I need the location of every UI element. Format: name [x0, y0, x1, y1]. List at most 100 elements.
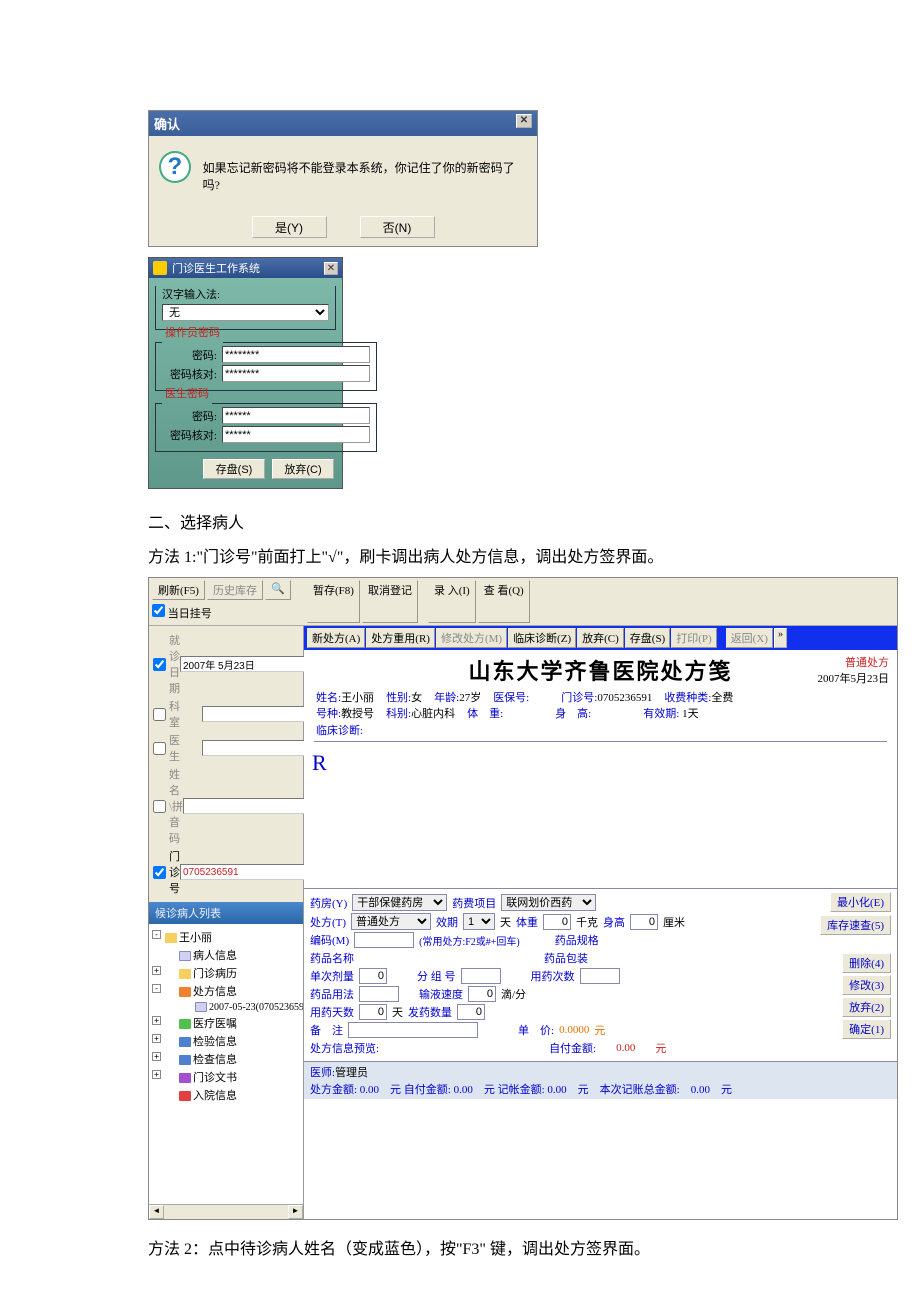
- note-input[interactable]: [348, 1022, 478, 1038]
- today-checkbox[interactable]: [152, 604, 165, 617]
- expand-icon[interactable]: +: [152, 1070, 161, 1079]
- confirm-dialog: 确认 ✕ ? 如果忘记新密码将不能登录本系统，你记住了你的新密码了吗? 是(Y)…: [148, 110, 538, 247]
- view-button[interactable]: 查 看(Q): [478, 580, 530, 623]
- folder-icon: [179, 969, 191, 979]
- discard-button[interactable]: 放弃(C): [577, 628, 624, 648]
- unit-label: 元: [594, 1022, 605, 1038]
- expand-icon[interactable]: +: [152, 1016, 161, 1025]
- doc-icon: [195, 1002, 207, 1012]
- code-input[interactable]: [354, 932, 414, 948]
- height-input[interactable]: [630, 914, 658, 930]
- doctor-checkbox[interactable]: [153, 742, 166, 755]
- stock-button[interactable]: 库存速查(5): [820, 915, 891, 935]
- pharmacy-select[interactable]: 干部保健药房: [352, 894, 447, 911]
- tree-item[interactable]: 门诊文书: [193, 1072, 237, 1084]
- rxtype-select[interactable]: 普通处方: [351, 913, 431, 930]
- close-icon[interactable]: ✕: [516, 114, 532, 128]
- print-button[interactable]: 打印(P): [671, 628, 716, 648]
- more-icon[interactable]: »: [774, 628, 787, 648]
- weight-label: 体 重:: [467, 708, 503, 720]
- save-button[interactable]: 存盘(S): [203, 459, 265, 479]
- usage-input[interactable]: [359, 986, 399, 1002]
- tree-item[interactable]: 处方信息: [193, 986, 237, 998]
- feeitem-select[interactable]: 联网划价西药: [501, 894, 596, 911]
- date-input[interactable]: [180, 656, 318, 672]
- new-rx-button[interactable]: 新处方(A): [307, 628, 365, 648]
- sex-label: 性别:: [386, 692, 411, 704]
- date-checkbox[interactable]: [153, 658, 166, 671]
- scroll-left-icon[interactable]: ◄: [149, 1205, 164, 1219]
- tree-item[interactable]: 入院信息: [193, 1090, 237, 1102]
- h-scrollbar[interactable]: ◄ ►: [149, 1204, 303, 1219]
- validdays-select[interactable]: 1: [463, 913, 495, 930]
- cancel-button[interactable]: 放弃(C): [272, 459, 334, 479]
- op-password-confirm-input[interactable]: [222, 365, 370, 382]
- save-tmp-button[interactable]: 暂存(F8): [307, 580, 360, 623]
- rxtype-label: 处方(T): [310, 914, 346, 930]
- refresh-button[interactable]: 刷新(F5): [152, 580, 205, 600]
- fee-label: 收费种类:: [664, 692, 711, 704]
- input-button[interactable]: 录 入(I): [428, 580, 476, 623]
- collapse-icon[interactable]: -: [152, 930, 161, 939]
- operator-group-label: 操作员密码: [162, 324, 223, 340]
- op-password-input[interactable]: [222, 346, 370, 363]
- delete-button[interactable]: 删除(4): [842, 953, 891, 973]
- group-label: 分 组 号: [417, 968, 456, 984]
- modify-button[interactable]: 修改(3): [842, 975, 891, 995]
- ok-button[interactable]: 确定(1): [842, 1019, 891, 1039]
- confirm-titlebar: 确认 ✕: [149, 111, 537, 136]
- name-input[interactable]: [183, 798, 321, 814]
- dose-input[interactable]: [359, 968, 387, 984]
- pack-label: 药品包装: [544, 950, 588, 966]
- cancel-reg-button[interactable]: 取消登记: [362, 580, 418, 623]
- tree-item[interactable]: 医疗医嘱: [193, 1018, 237, 1030]
- dx-button[interactable]: 临床诊断(Z): [508, 628, 576, 648]
- history-button[interactable]: 历史库存: [207, 580, 263, 600]
- doctor-label: 医师:: [310, 1067, 335, 1079]
- folder-icon: [179, 987, 191, 997]
- tree-item[interactable]: 2007-05-23(0705236591): [209, 1002, 303, 1013]
- tree-item[interactable]: 门诊病历: [193, 968, 237, 980]
- no-button[interactable]: 否(N): [360, 216, 435, 238]
- reuse-rx-button[interactable]: 处方重用(R): [366, 628, 435, 648]
- pw-label: 密码:: [162, 408, 217, 424]
- yes-button[interactable]: 是(Y): [252, 216, 327, 238]
- group-input[interactable]: [461, 968, 501, 984]
- minimize-button[interactable]: 最小化(E): [830, 892, 891, 912]
- tree-root[interactable]: 王小丽: [179, 932, 212, 944]
- modify-rx-button[interactable]: 修改处方(M): [436, 628, 507, 648]
- freq-input[interactable]: [580, 968, 620, 984]
- doc-password-input[interactable]: [222, 407, 370, 424]
- expand-icon[interactable]: +: [152, 1034, 161, 1043]
- qty-input[interactable]: [457, 1004, 485, 1020]
- insurance-label: 医保号:: [493, 692, 529, 704]
- discard-button[interactable]: 放弃(2): [842, 997, 891, 1017]
- collapse-icon[interactable]: -: [152, 984, 161, 993]
- close-icon[interactable]: ✕: [324, 262, 338, 275]
- lookup-button[interactable]: 🔍: [265, 580, 291, 600]
- rx-symbol: R: [304, 748, 897, 781]
- tree-item[interactable]: 检查信息: [193, 1054, 237, 1066]
- main-window: 刷新(F5) 历史库存 🔍 当日挂号 暂存(F8) 取消登记 录 入(I) 查 …: [148, 577, 898, 1220]
- visit-label: 门 诊 号: [169, 848, 180, 896]
- scroll-right-icon[interactable]: ►: [288, 1205, 303, 1219]
- weight-input[interactable]: [543, 914, 571, 930]
- expand-icon[interactable]: +: [152, 966, 161, 975]
- visit-input[interactable]: [180, 864, 318, 880]
- days-input[interactable]: [359, 1004, 387, 1020]
- ime-select[interactable]: 无: [162, 304, 329, 321]
- expand-icon[interactable]: +: [152, 1052, 161, 1061]
- section-heading: 二、选择病人: [148, 509, 920, 533]
- tree-item[interactable]: 检验信息: [193, 1036, 237, 1048]
- unit-label: 滴/分: [501, 986, 526, 1002]
- dept-checkbox[interactable]: [153, 708, 166, 721]
- visit-checkbox[interactable]: [153, 866, 166, 879]
- tree-item[interactable]: 病人信息: [193, 950, 237, 962]
- back-button[interactable]: 返回(X): [726, 628, 773, 648]
- speed-input[interactable]: [468, 986, 496, 1002]
- save-button[interactable]: 存盘(S): [625, 628, 670, 648]
- patient-tree[interactable]: - 王小丽 病人信息 + 门诊病历 - 处方信息 2007-05-23(0705236…: [149, 924, 303, 1204]
- doc-password-confirm-input[interactable]: [222, 426, 370, 443]
- code-hint: (常用处方:F2或#+回车): [419, 933, 520, 948]
- name-checkbox[interactable]: [153, 800, 166, 813]
